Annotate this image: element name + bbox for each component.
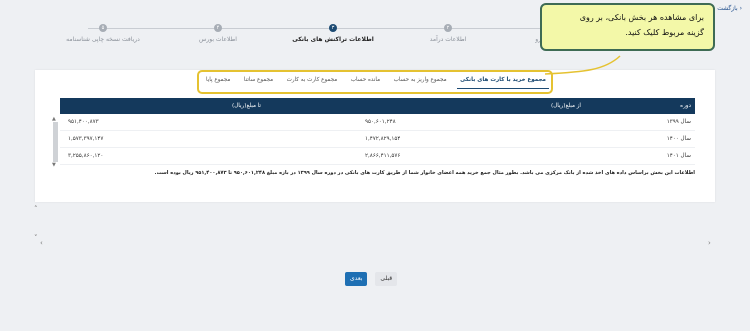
tooltip-arrow-icon: [544, 55, 621, 75]
page: بازگشت › ۱ اطلاعات ملک و خودرو ۲ اطلاعات…: [0, 0, 750, 331]
